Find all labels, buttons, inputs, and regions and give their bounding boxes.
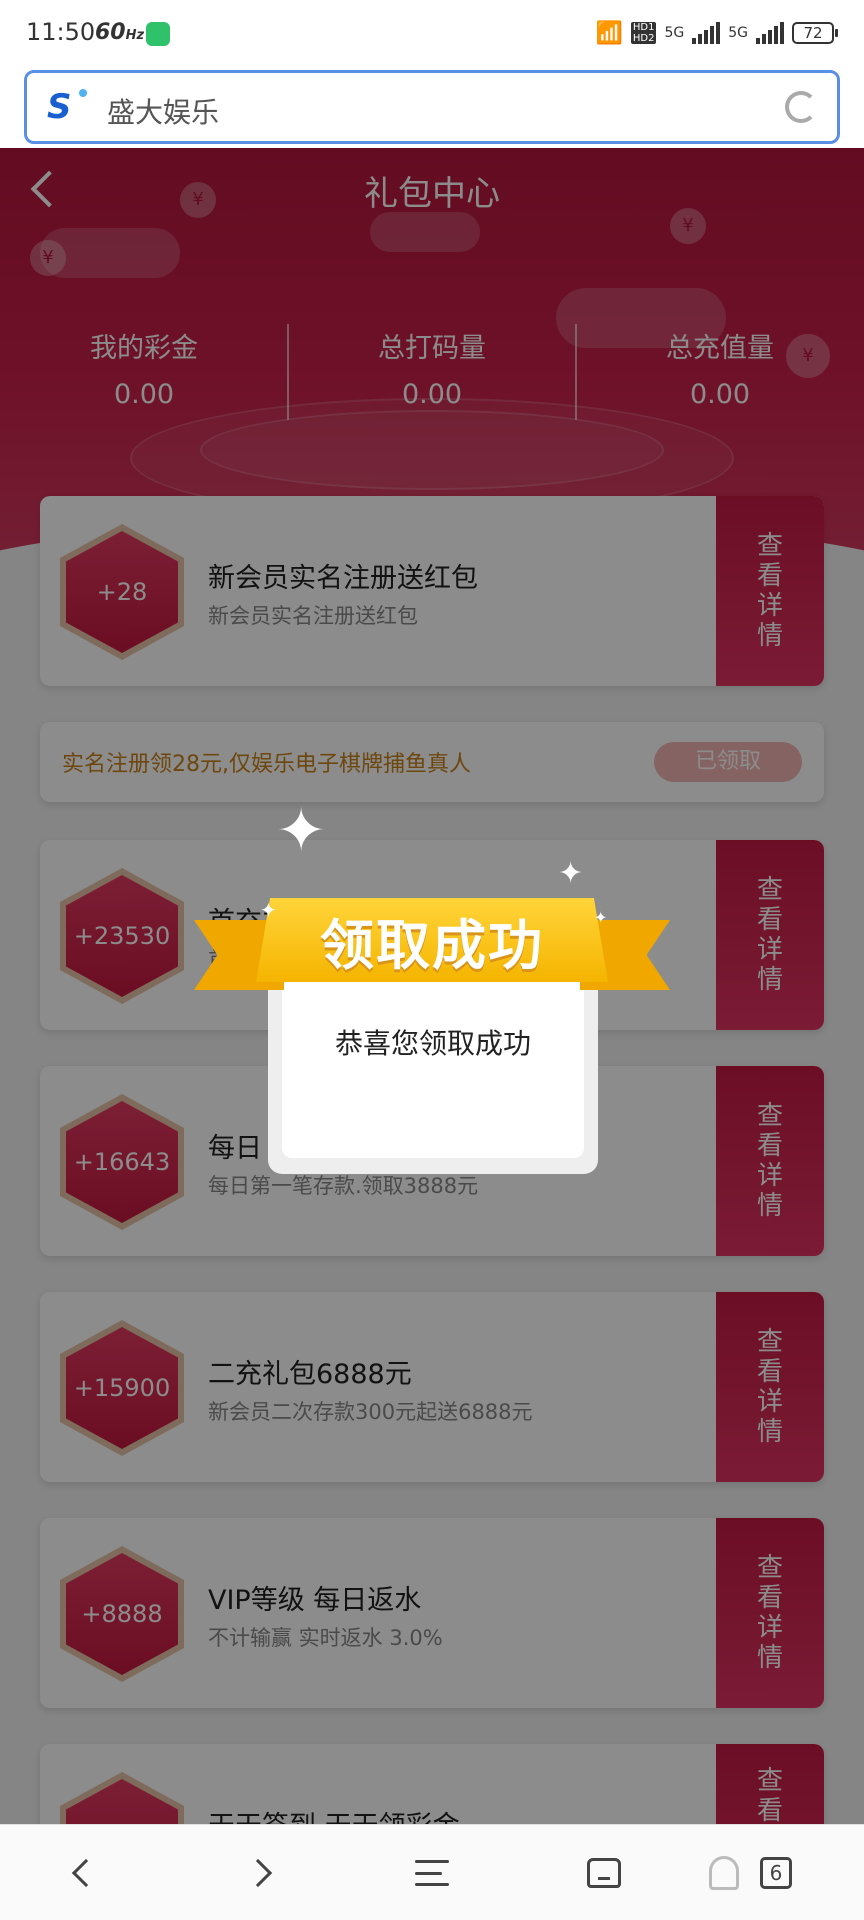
ribbon-title: 领取成功 [320,913,544,977]
address-text[interactable]: 盛大娱乐 [107,91,219,131]
sparkle-icon: ✦ [276,796,327,866]
ghost-icon [709,1856,739,1890]
network-label-2: 5G [728,25,748,41]
browser-bottom-nav: 6 [0,1824,864,1920]
status-bar: 11:50 60Hz 📶 HD1 HD2 5G 5G 72 [0,0,864,66]
browser-logo-icon: S [47,87,87,127]
signal-icon-2 [756,22,784,44]
sparkle-icon: ✦ [260,898,277,922]
nav-back-button[interactable] [60,1847,112,1899]
browser-toolbar: S 盛大娱乐 [0,66,864,148]
sparkle-icon: ✦ [594,908,608,927]
status-time: 11:50 [26,18,96,46]
modal-message: 恭喜您领取成功 [334,1027,531,1060]
nav-menu-button[interactable] [406,1847,458,1899]
nav-incognito-button[interactable] [698,1847,750,1899]
chevron-right-icon [243,1858,273,1888]
hd-indicator: HD1 HD2 [630,22,657,44]
signal-icon [692,22,721,44]
tab-count: 6 [760,1857,792,1889]
wifi-icon: 📶 [595,20,623,46]
status-icons: 📶 HD1 HD2 5G 5G 72 [595,18,838,48]
battery-icon: 72 [792,22,838,44]
reload-icon[interactable] [785,91,817,123]
network-label-1: 5G [664,25,685,41]
menu-icon [415,1860,449,1886]
refresh-rate: 60Hz [95,20,145,45]
home-icon [587,1858,621,1888]
chevron-left-icon [71,1858,101,1888]
success-ribbon: 领取成功 [194,876,670,996]
nav-tabs-button[interactable]: 6 [750,1847,802,1899]
nav-home-button[interactable] [578,1847,630,1899]
nav-forward-button[interactable] [232,1847,284,1899]
ribbon-banner: 领取成功 [256,898,608,982]
app-notification-icon [146,22,170,46]
address-bar[interactable]: S 盛大娱乐 [24,70,840,144]
sparkle-icon: ✦ [558,856,584,891]
